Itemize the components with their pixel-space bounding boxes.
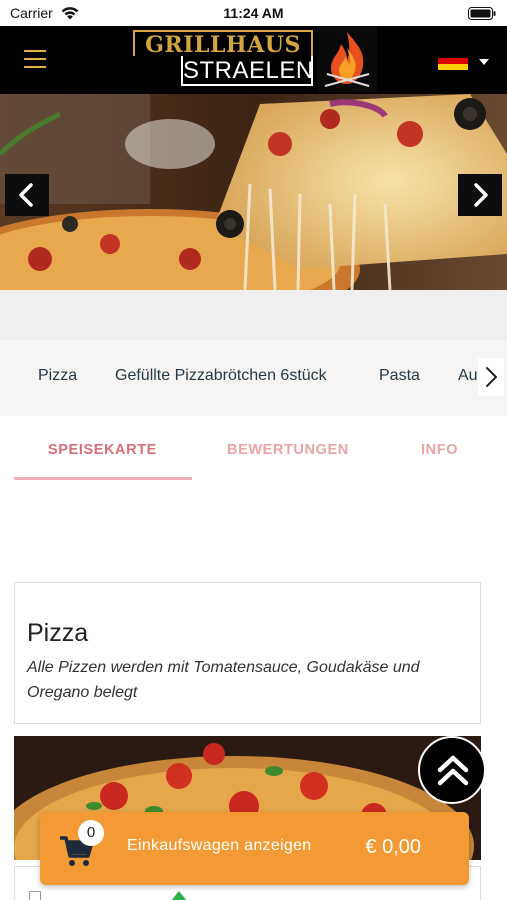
pizza-cheese-pull-photo — [0, 94, 507, 290]
status-bar: Carrier 11:24 AM — [0, 0, 507, 26]
tab-bar: SPEISEKARTE BEWERTUNGEN INFO — [0, 420, 507, 482]
carousel-next-button[interactable] — [458, 174, 502, 216]
cart-total: € 0,00 — [365, 836, 421, 858]
flame-icon — [317, 26, 377, 92]
category-gefuellte-pizzabroetchen[interactable]: Gefüllte Pizzabrötchen 6stück — [115, 367, 327, 385]
chevron-left-icon — [19, 183, 33, 207]
leaf-icon — [171, 891, 187, 900]
hamburger-menu-icon[interactable] — [22, 50, 48, 70]
caret-down-icon — [479, 59, 489, 65]
hero-spacer — [0, 290, 507, 340]
category-scroll-right-button[interactable] — [478, 358, 504, 396]
battery-icon — [468, 7, 496, 20]
active-tab-indicator — [14, 477, 192, 480]
chevron-right-icon — [474, 183, 488, 207]
chevron-right-icon — [486, 367, 497, 387]
category-next-partial[interactable]: Au — [458, 367, 478, 385]
carousel-prev-button[interactable] — [5, 174, 49, 216]
section-title: Pizza — [27, 619, 89, 647]
category-pasta[interactable]: Pasta — [379, 367, 420, 385]
logo-line-2: STRAELEN — [181, 56, 314, 86]
cart-label: Einkaufswagen anzeigen — [127, 837, 312, 854]
hero-carousel[interactable] — [0, 94, 507, 290]
item-checkbox[interactable] — [29, 891, 41, 900]
logo-line-1: GRILLHAUS — [133, 30, 313, 58]
language-selector[interactable] — [438, 52, 494, 70]
tab-bewertungen[interactable]: BEWERTUNGEN — [227, 442, 349, 458]
category-pizza[interactable]: Pizza — [38, 367, 77, 385]
app-header: GRILLHAUS STRAELEN — [0, 26, 507, 94]
view-cart-button[interactable]: 0 Einkaufswagen anzeigen € 0,00 — [40, 812, 469, 885]
app-screen: Carrier 11:24 AM GRILLHAUS STRAELEN Pizz… — [0, 0, 507, 900]
tab-speisekarte[interactable]: SPEISEKARTE — [48, 442, 157, 458]
german-flag-icon — [438, 52, 468, 70]
menu-section-header: Pizza Alle Pizzen werden mit Tomatensauc… — [14, 582, 481, 724]
section-description: Alle Pizzen werden mit Tomatensauce, Gou… — [27, 659, 420, 701]
cart-count-badge: 0 — [78, 820, 104, 846]
clock: 11:24 AM — [223, 5, 284, 21]
scroll-to-top-button[interactable] — [418, 736, 486, 804]
restaurant-logo[interactable]: GRILLHAUS STRAELEN — [131, 26, 379, 92]
tab-info[interactable]: INFO — [421, 442, 458, 458]
double-chevron-up-icon — [437, 755, 469, 786]
category-strip[interactable]: Pizza Gefüllte Pizzabrötchen 6stück Past… — [0, 340, 507, 416]
